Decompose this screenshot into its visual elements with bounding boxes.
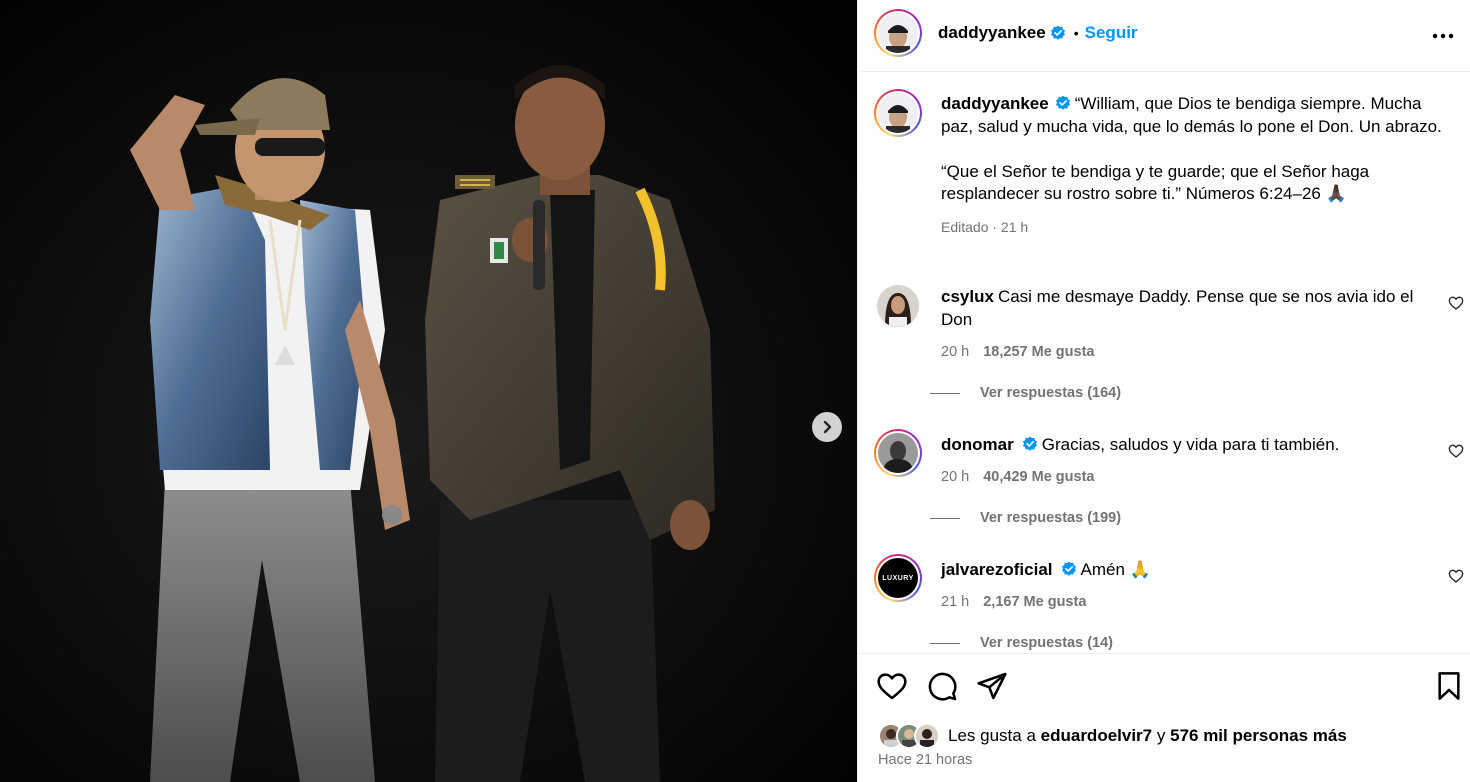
heart-icon[interactable]: [1448, 295, 1464, 311]
comment-time[interactable]: 20 h: [941, 341, 969, 364]
comment-text: Casi me desmaye Daddy. Pense que se nos …: [941, 287, 1414, 329]
luxury-logo-text: LUXURY: [882, 574, 914, 582]
likes-prefix: Les gusta a: [948, 726, 1036, 745]
commenter-avatar[interactable]: LUXURY: [874, 554, 922, 602]
comment-likes[interactable]: 2,167 Me gusta: [983, 591, 1086, 614]
comment-text: Amén 🙏: [1080, 560, 1151, 579]
follow-button[interactable]: Seguir: [1085, 23, 1138, 43]
liker-avatars[interactable]: [878, 723, 940, 749]
view-replies-label: Ver respuestas (164): [980, 385, 1122, 401]
caption-meta: Editado · 21 h: [941, 218, 1029, 235]
caption-username[interactable]: daddyyankee: [941, 94, 1049, 113]
post-actions: Les gusta a eduardoelvir7 y 576 mil pers…: [858, 653, 1470, 782]
commenter-avatar[interactable]: [874, 429, 922, 477]
comment-icon[interactable]: [926, 670, 958, 702]
more-options-button[interactable]: [1431, 24, 1455, 48]
likes-rest[interactable]: 576 mil personas más: [1170, 726, 1347, 746]
post-timestamp[interactable]: Hace 21 horas: [878, 752, 972, 768]
view-replies-button[interactable]: Ver respuestas (14): [930, 635, 1113, 651]
comment-likes[interactable]: 18,257 Me gusta: [983, 341, 1094, 364]
replies-line: [930, 642, 960, 644]
commenter-avatar[interactable]: [877, 285, 919, 327]
author-username[interactable]: daddyyankee: [938, 23, 1046, 43]
heart-icon[interactable]: [876, 670, 908, 702]
more-options-icon: [1432, 33, 1454, 39]
verified-badge-icon: [1055, 95, 1070, 110]
comment-time[interactable]: 20 h: [941, 466, 969, 489]
view-replies-label: Ver respuestas (14): [980, 635, 1113, 651]
comments-section[interactable]: daddyyankee “William, que Dios te bendiga…: [858, 73, 1470, 653]
verified-badge-icon: [1022, 436, 1037, 451]
post-header: daddyyankee • Seguir: [858, 0, 1470, 72]
likes-summary: Les gusta a eduardoelvir7 y 576 mil pers…: [878, 723, 1347, 749]
caption-author-avatar[interactable]: [874, 89, 922, 137]
post-media[interactable]: [0, 0, 857, 782]
verified-badge-icon: [1061, 561, 1076, 576]
replies-line: [930, 392, 960, 394]
next-media-button[interactable]: [812, 412, 842, 442]
view-replies-button[interactable]: Ver respuestas (164): [930, 385, 1121, 401]
share-icon[interactable]: [976, 670, 1008, 702]
likes-user[interactable]: eduardoelvir7: [1041, 726, 1153, 746]
next-arrow-icon: [823, 420, 832, 434]
heart-icon[interactable]: [1448, 568, 1464, 584]
bookmark-icon[interactable]: [1433, 670, 1465, 702]
post-details-panel: daddyyankee • Seguir daddyyankee “Willia…: [857, 0, 1470, 782]
separator-dot: •: [1073, 25, 1079, 41]
comment-username[interactable]: csylux: [941, 287, 994, 306]
comment-username[interactable]: jalvarezoficial: [941, 560, 1053, 579]
comment-likes[interactable]: 40,429 Me gusta: [983, 466, 1094, 489]
author-avatar[interactable]: [874, 9, 922, 57]
heart-icon[interactable]: [1448, 443, 1464, 459]
replies-line: [930, 517, 960, 519]
view-replies-label: Ver respuestas (199): [980, 510, 1122, 526]
verified-badge-icon: [1050, 25, 1065, 40]
comment-username[interactable]: donomar: [941, 435, 1014, 454]
comment-time[interactable]: 21 h: [941, 591, 969, 614]
likes-connector: y: [1156, 726, 1166, 745]
liker-avatar: [914, 723, 940, 749]
view-replies-button[interactable]: Ver respuestas (199): [930, 510, 1121, 526]
comment-text: Gracias, saludos y vida para ti también.: [1041, 435, 1340, 454]
post-photo: [0, 0, 857, 782]
